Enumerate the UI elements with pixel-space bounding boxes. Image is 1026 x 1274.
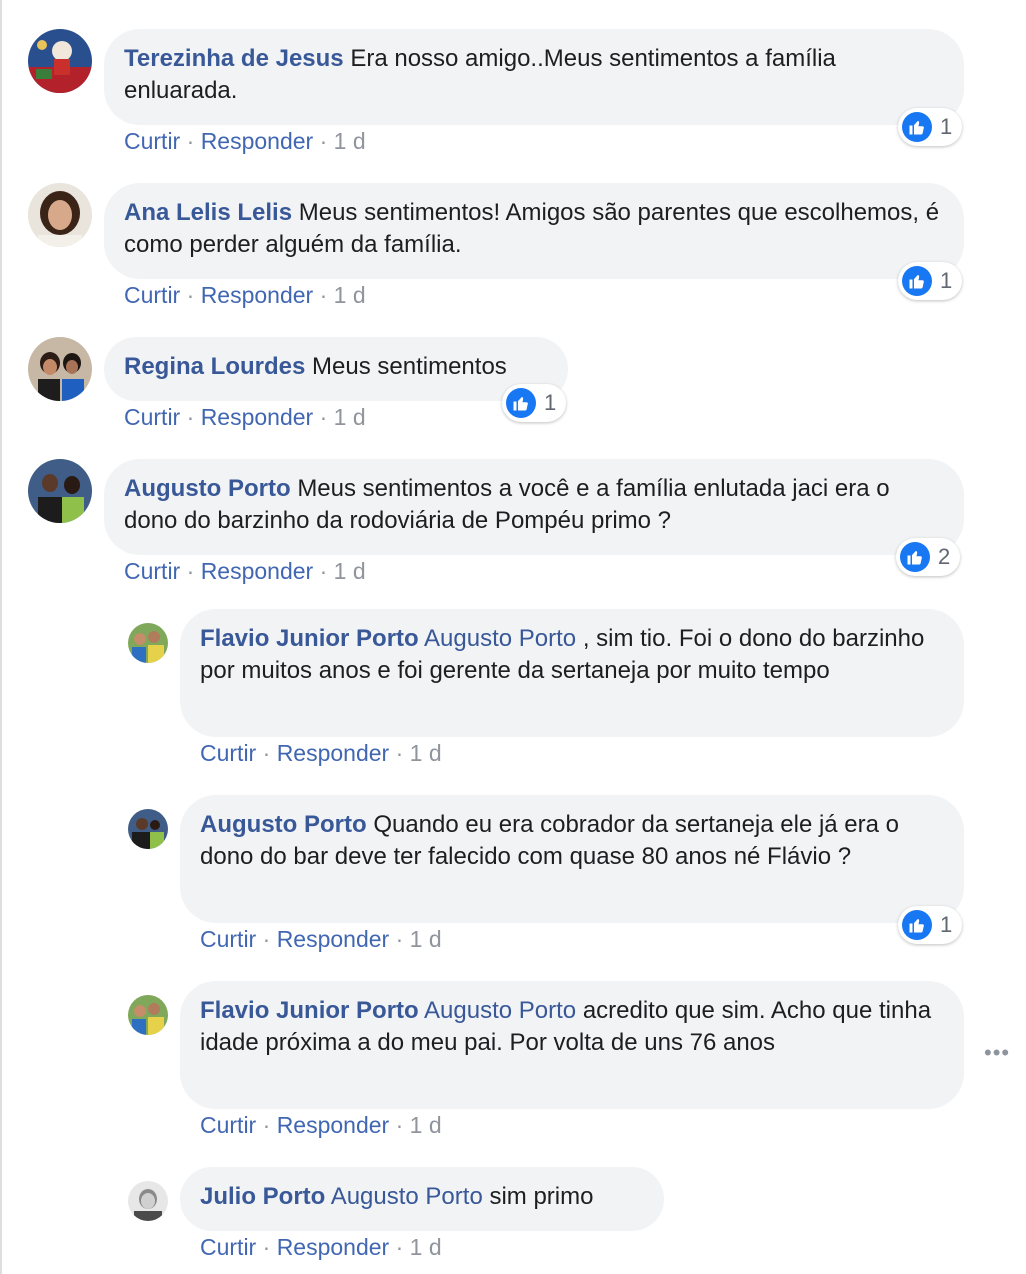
- reaction-number: 1: [940, 268, 953, 293]
- avatar[interactable]: [28, 459, 92, 523]
- avatar[interactable]: [28, 183, 92, 247]
- comment-author[interactable]: Regina Lourdes: [124, 353, 305, 380]
- reply-link[interactable]: Responder: [277, 926, 390, 952]
- like-icon: [902, 910, 932, 940]
- timestamp[interactable]: 1 d: [410, 740, 442, 766]
- reaction-count[interactable]: 1: [898, 906, 963, 944]
- reaction-count[interactable]: 1: [898, 262, 963, 300]
- separator: ·: [186, 558, 201, 584]
- separator: ·: [395, 926, 410, 952]
- reply-link[interactable]: Responder: [201, 128, 314, 154]
- reply-text: sim primo: [489, 1183, 594, 1210]
- timestamp[interactable]: 1 d: [334, 128, 366, 154]
- like-link[interactable]: Curtir: [124, 404, 180, 430]
- comment-actions: Curtir · Responder · 1 d: [124, 404, 366, 431]
- like-link[interactable]: Curtir: [124, 558, 180, 584]
- reply-bubble: Flavio Junior Porto Augusto Porto acredi…: [180, 981, 964, 1109]
- reply-link[interactable]: Responder: [277, 1112, 390, 1138]
- separator: ·: [262, 926, 277, 952]
- avatar[interactable]: [28, 29, 92, 93]
- reply-link[interactable]: Responder: [277, 1234, 390, 1260]
- reply-actions: Curtir · Responder · 1 d: [200, 740, 442, 767]
- separator: ·: [262, 740, 277, 766]
- comment-text: Meus sentimentos: [312, 353, 507, 380]
- reaction-count[interactable]: 1: [898, 108, 963, 146]
- like-link[interactable]: Curtir: [200, 740, 256, 766]
- reply-link[interactable]: Responder: [277, 740, 390, 766]
- timestamp[interactable]: 1 d: [334, 558, 366, 584]
- separator: ·: [395, 1234, 410, 1260]
- reply-actions: Curtir · Responder · 1 d: [200, 1112, 442, 1139]
- separator: ·: [319, 558, 334, 584]
- reply-author[interactable]: Flavio Junior Porto: [200, 997, 419, 1024]
- reply-link[interactable]: Responder: [201, 404, 314, 430]
- reply-author[interactable]: Julio Porto: [200, 1183, 325, 1210]
- like-icon: [506, 388, 536, 418]
- timestamp[interactable]: 1 d: [410, 926, 442, 952]
- timestamp[interactable]: 1 d: [410, 1234, 442, 1260]
- separator: ·: [319, 404, 334, 430]
- like-link[interactable]: Curtir: [200, 926, 256, 952]
- like-link[interactable]: Curtir: [200, 1112, 256, 1138]
- like-link[interactable]: Curtir: [200, 1234, 256, 1260]
- timestamp[interactable]: 1 d: [334, 282, 366, 308]
- like-link[interactable]: Curtir: [124, 128, 180, 154]
- more-options-icon[interactable]: •••: [984, 1040, 1010, 1066]
- avatar[interactable]: [128, 1181, 168, 1221]
- reply-bubble: Julio Porto Augusto Porto sim primo: [180, 1167, 664, 1231]
- comment-bubble: Augusto Porto Meus sentimentos a você e …: [104, 459, 964, 555]
- reaction-number: 1: [544, 390, 557, 415]
- reply-author[interactable]: Augusto Porto: [200, 811, 367, 838]
- separator: ·: [395, 740, 410, 766]
- comment-actions: Curtir · Responder · 1 d: [124, 282, 366, 309]
- like-icon: [900, 542, 930, 572]
- reaction-number: 1: [940, 114, 953, 139]
- reply-author[interactable]: Flavio Junior Porto: [200, 625, 419, 652]
- comment-author[interactable]: Ana Lelis Lelis: [124, 199, 292, 226]
- separator: ·: [262, 1234, 277, 1260]
- reply-link[interactable]: Responder: [201, 558, 314, 584]
- comment-actions: Curtir · Responder · 1 d: [124, 128, 366, 155]
- mention-link[interactable]: Augusto Porto: [331, 1183, 483, 1210]
- reply-actions: Curtir · Responder · 1 d: [200, 926, 442, 953]
- avatar[interactable]: [128, 623, 168, 663]
- avatar[interactable]: [128, 995, 168, 1035]
- avatar[interactable]: [128, 809, 168, 849]
- timestamp[interactable]: 1 d: [410, 1112, 442, 1138]
- reaction-count[interactable]: 2: [896, 538, 961, 576]
- mention-link[interactable]: Augusto Porto: [424, 997, 576, 1024]
- comments-thread: Terezinha de Jesus Era nosso amigo..Meus…: [0, 0, 1026, 1274]
- reply-bubble: Flavio Junior Porto Augusto Porto , sim …: [180, 609, 964, 737]
- comment-bubble: Ana Lelis Lelis Meus sentimentos! Amigos…: [104, 183, 964, 279]
- timestamp[interactable]: 1 d: [334, 404, 366, 430]
- separator: ·: [395, 1112, 410, 1138]
- comment-author[interactable]: Terezinha de Jesus: [124, 45, 344, 72]
- avatar[interactable]: [28, 337, 92, 401]
- separator: ·: [262, 1112, 277, 1138]
- comment-actions: Curtir · Responder · 1 d: [124, 558, 366, 585]
- like-link[interactable]: Curtir: [124, 282, 180, 308]
- reply-bubble: Augusto Porto Quando eu era cobrador da …: [180, 795, 964, 923]
- like-icon: [902, 266, 932, 296]
- mention-link[interactable]: Augusto Porto: [424, 625, 576, 652]
- separator: ·: [319, 128, 334, 154]
- reaction-number: 1: [940, 912, 953, 937]
- reply-actions: Curtir · Responder · 1 d: [200, 1234, 442, 1261]
- separator: ·: [319, 282, 334, 308]
- separator: ·: [186, 128, 201, 154]
- reply-link[interactable]: Responder: [201, 282, 314, 308]
- comment-author[interactable]: Augusto Porto: [124, 475, 291, 502]
- like-icon: [902, 112, 932, 142]
- reaction-count[interactable]: 1: [502, 384, 567, 422]
- reaction-number: 2: [938, 544, 951, 569]
- separator: ·: [186, 404, 201, 430]
- comment-bubble: Regina Lourdes Meus sentimentos: [104, 337, 568, 401]
- separator: ·: [186, 282, 201, 308]
- comment-bubble: Terezinha de Jesus Era nosso amigo..Meus…: [104, 29, 964, 125]
